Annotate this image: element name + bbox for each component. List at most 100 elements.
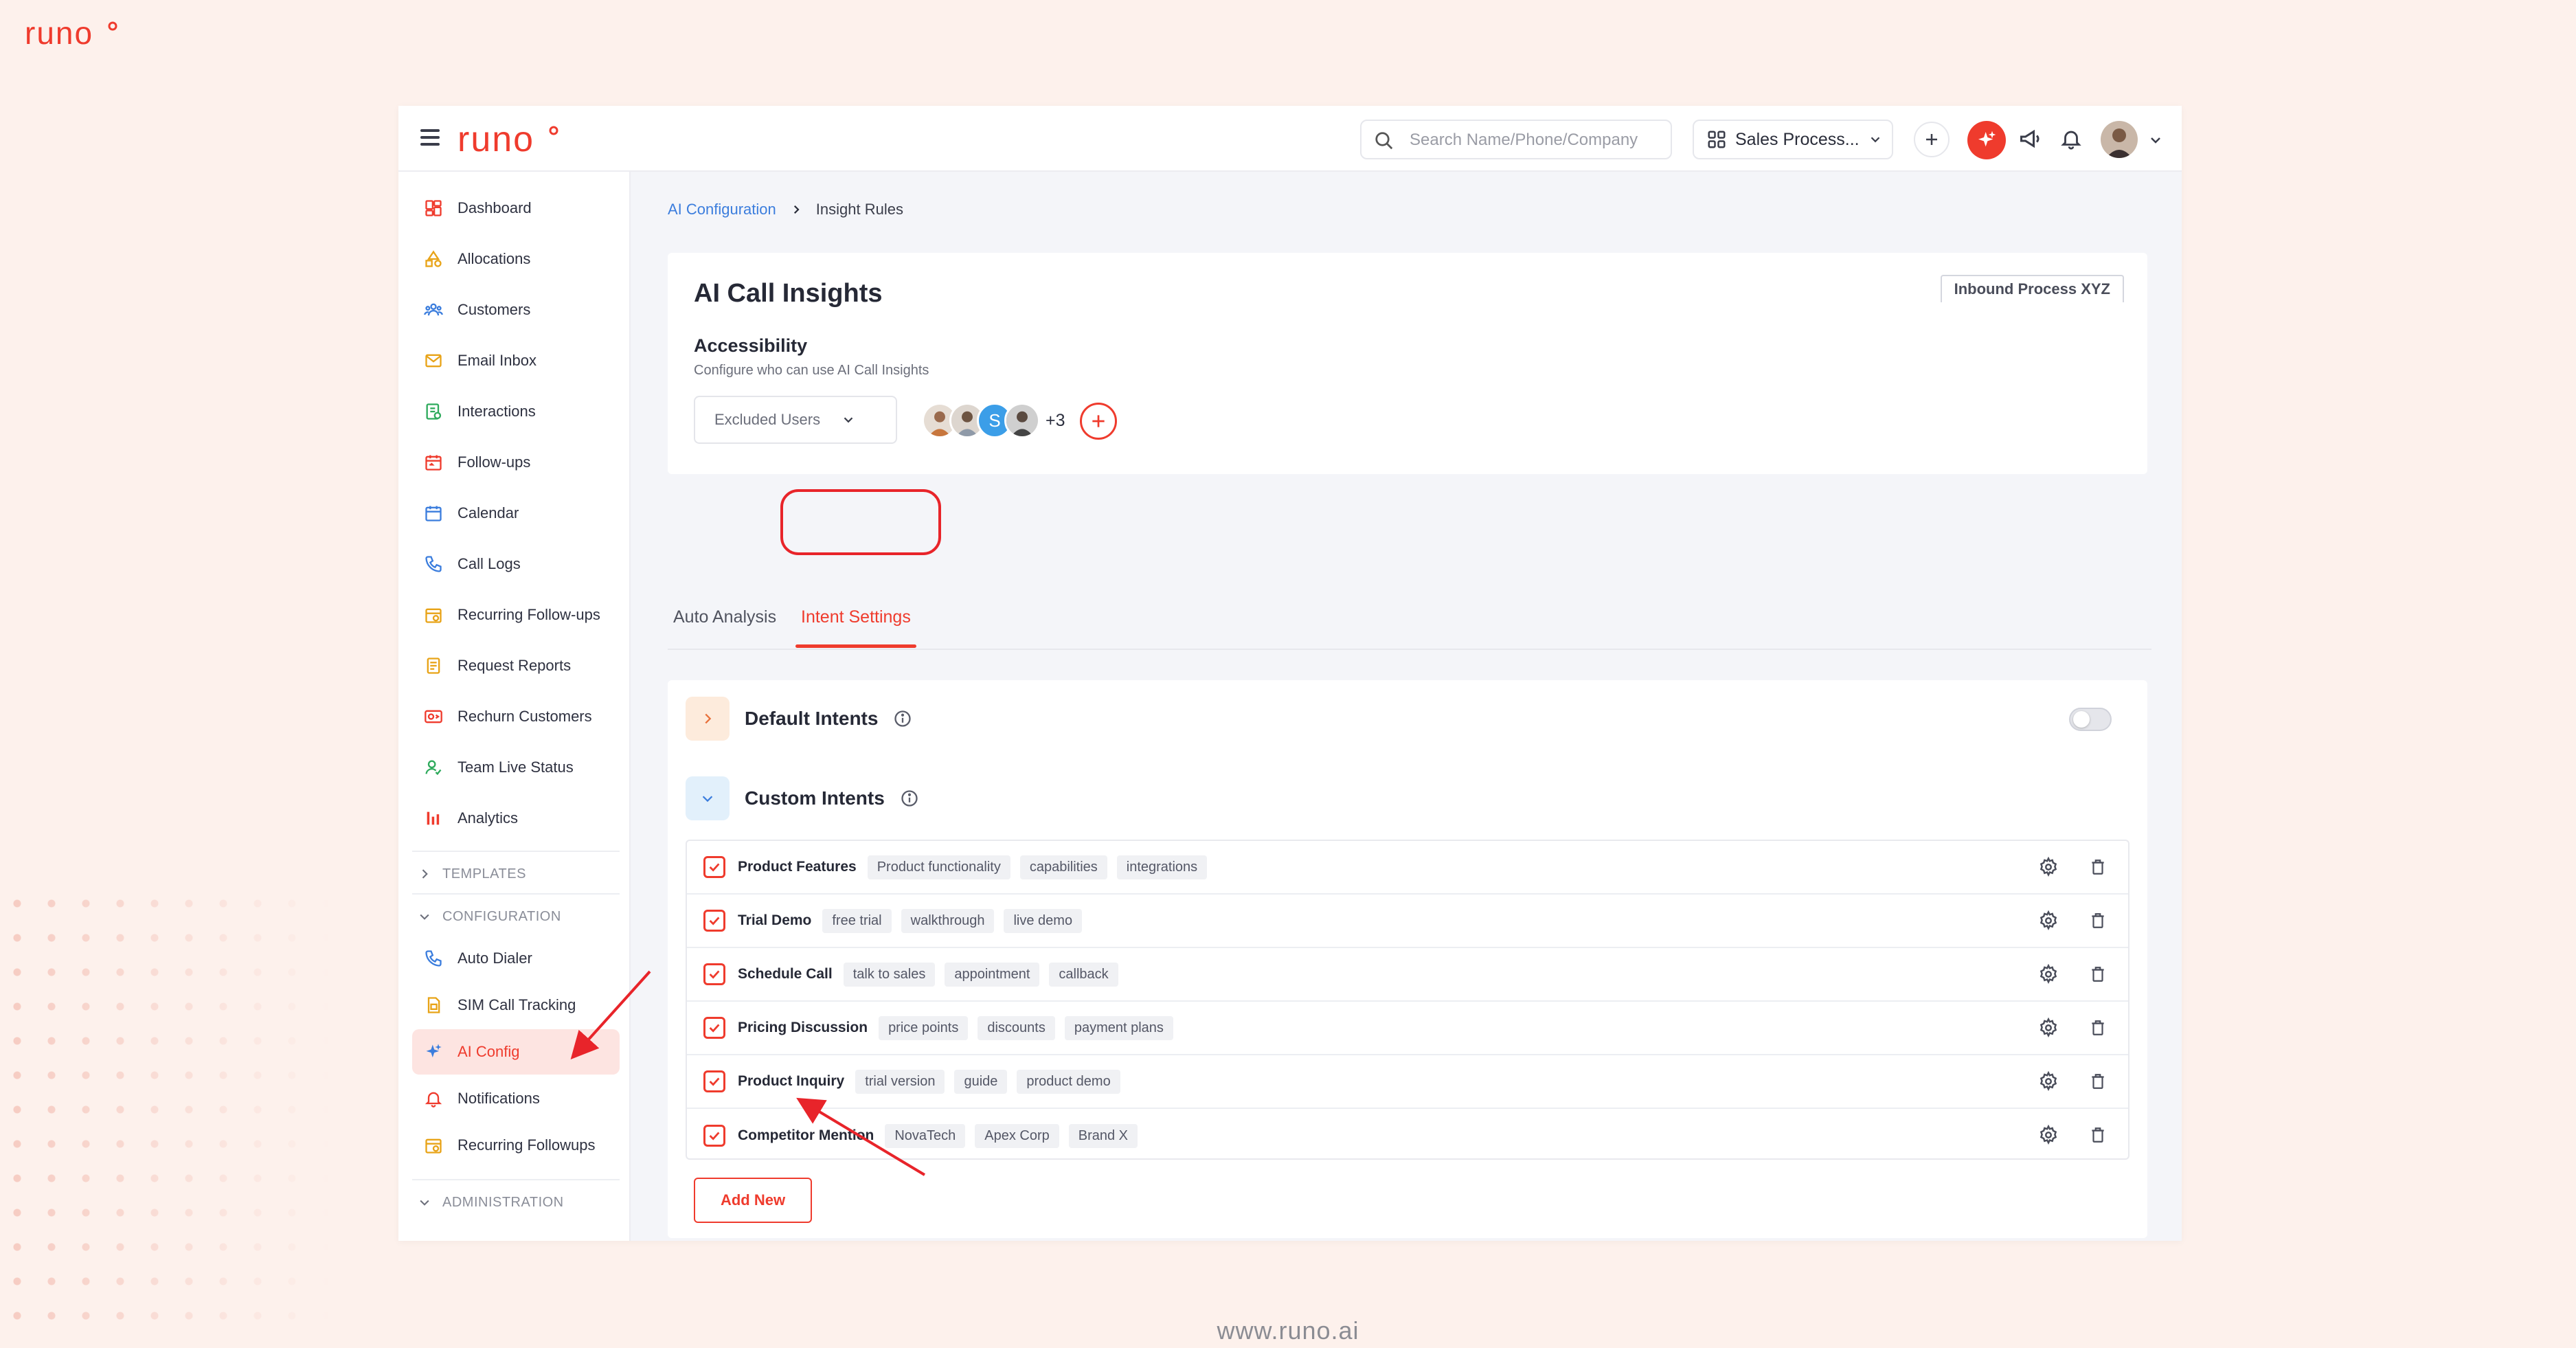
intent-row: Schedule Call talk to sales appointment … (687, 948, 2128, 1002)
expand-button[interactable] (686, 697, 730, 741)
intent-checkbox[interactable] (703, 1070, 725, 1092)
chevron-down-icon[interactable] (2147, 132, 2164, 148)
settings-gear-icon[interactable] (2037, 1017, 2059, 1039)
default-intents-header[interactable]: Default Intents (686, 697, 912, 741)
intent-row: Product Inquiry trial version guide prod… (687, 1055, 2128, 1109)
tab-auto-analysis[interactable]: Auto Analysis (673, 607, 776, 627)
chevron-down-icon (420, 914, 429, 920)
settings-gear-icon[interactable] (2037, 1124, 2059, 1146)
intent-name: Product Features (738, 859, 857, 875)
intent-checkbox[interactable] (703, 963, 725, 985)
breadcrumb-link-ai-configuration[interactable]: AI Configuration (668, 201, 776, 218)
active-tab-indicator (795, 644, 916, 648)
ai-assistant-button[interactable] (1967, 121, 2006, 159)
trash-icon[interactable] (2087, 856, 2109, 878)
section-label: TEMPLATES (442, 866, 526, 881)
sidebar: Dashboard Allocations Customers Email In… (398, 172, 631, 1241)
intent-name: Competitor Mention (738, 1127, 874, 1143)
sidebar-item-follow-ups[interactable]: Follow-ups (412, 440, 620, 485)
intent-name: Trial Demo (738, 912, 812, 928)
custom-intents-header[interactable]: Custom Intents (686, 776, 919, 820)
intent-row: Competitor Mention NovaTech Apex Corp Br… (687, 1109, 2128, 1162)
user-avatar[interactable] (2101, 121, 2138, 158)
info-icon[interactable] (893, 709, 912, 728)
sidebar-item-notifications[interactable]: Notifications (412, 1076, 620, 1121)
sidebar-item-customers[interactable]: Customers (412, 287, 620, 333)
sidebar-item-calendar[interactable]: Calendar (412, 491, 620, 536)
section-configuration[interactable]: CONFIGURATION (412, 897, 620, 936)
sidebar-item-sim-call-tracking[interactable]: SIM Call Tracking (412, 982, 620, 1028)
chevron-down-icon (1871, 137, 1879, 143)
tab-intent-settings[interactable]: Intent Settings (801, 607, 911, 627)
ai-sparkle-icon (423, 1042, 444, 1062)
intent-checkbox[interactable] (703, 910, 725, 932)
process-select[interactable]: Sales Process... (1693, 120, 1893, 159)
page-title: AI Call Insights (694, 279, 883, 308)
divider (412, 893, 620, 895)
settings-gear-icon[interactable] (2037, 910, 2059, 932)
sidebar-item-email-inbox[interactable]: Email Inbox (412, 338, 620, 383)
mail-icon (423, 350, 444, 371)
sidebar-item-call-logs[interactable]: Call Logs (412, 541, 620, 587)
trash-icon[interactable] (2087, 1070, 2109, 1092)
intent-checkbox[interactable] (703, 1125, 725, 1147)
keyword-tag: price points (879, 1015, 969, 1040)
sidebar-item-analytics[interactable]: Analytics (412, 796, 620, 841)
bell-icon[interactable] (2059, 126, 2083, 151)
search-input[interactable] (1410, 129, 1664, 151)
plus-icon (1092, 415, 1105, 427)
sim-icon (423, 995, 444, 1015)
customers-icon (423, 300, 444, 320)
search-icon (1375, 132, 1393, 150)
trash-icon[interactable] (2087, 1124, 2109, 1146)
intent-checkbox[interactable] (703, 1017, 725, 1039)
settings-gear-icon[interactable] (2037, 963, 2059, 985)
sidebar-item-ai-config[interactable]: AI Config (412, 1029, 620, 1075)
team-status-icon (423, 757, 444, 778)
add-button[interactable] (1914, 122, 1950, 157)
search-box[interactable] (1360, 120, 1672, 159)
runo-logo[interactable]: runo (457, 120, 561, 161)
settings-gear-icon[interactable] (2037, 1070, 2059, 1092)
avatar (1004, 403, 1040, 438)
sidebar-item-auto-dialer[interactable]: Auto Dialer (412, 936, 620, 981)
sidebar-item-label: Team Live Status (457, 759, 574, 776)
section-templates[interactable]: TEMPLATES (412, 855, 620, 893)
tab-bar: Auto Analysis Intent Settings (668, 587, 2151, 650)
keyword-tag: integrations (1116, 855, 1208, 879)
user-avatar-group[interactable]: S +3 (922, 403, 1065, 438)
grid-icon (1708, 131, 1726, 148)
trash-icon[interactable] (2087, 1017, 2109, 1039)
sidebar-item-allocations[interactable]: Allocations (412, 236, 620, 282)
menu-icon[interactable] (420, 129, 440, 146)
default-intents-toggle[interactable] (2069, 708, 2112, 731)
ai-call-insights-card: AI Call Insights Inbound Process XYZ Acc… (668, 253, 2147, 474)
footer-url: www.runo.ai (1217, 1316, 1359, 1345)
excluded-users-select[interactable]: Excluded Users (694, 396, 897, 444)
intent-checkbox[interactable] (703, 856, 725, 878)
keyword-tag: callback (1049, 962, 1118, 987)
intent-row: Product Features Product functionality c… (687, 841, 2128, 895)
sidebar-item-recurring-followups[interactable]: Recurring Followups (412, 1123, 620, 1168)
sidebar-item-rechurn-customers[interactable]: Rechurn Customers (412, 694, 620, 739)
analytics-icon (423, 808, 444, 829)
trash-icon[interactable] (2087, 910, 2109, 932)
sidebar-item-label: Recurring Follow-ups (457, 606, 600, 623)
collapse-button[interactable] (686, 776, 730, 820)
trash-icon[interactable] (2087, 963, 2109, 985)
keyword-tag: NovaTech (885, 1123, 966, 1148)
sidebar-item-label: Interactions (457, 403, 536, 420)
megaphone-icon[interactable] (2018, 126, 2043, 151)
sidebar-item-interactions[interactable]: Interactions (412, 389, 620, 434)
sidebar-item-request-reports[interactable]: Request Reports (412, 643, 620, 688)
sidebar-item-recurring-follow-ups[interactable]: Recurring Follow-ups (412, 592, 620, 638)
sidebar-item-dashboard[interactable]: Dashboard (412, 186, 620, 231)
info-icon[interactable] (900, 789, 919, 808)
add-user-button[interactable] (1080, 403, 1117, 440)
settings-gear-icon[interactable] (2037, 856, 2059, 878)
sidebar-item-team-live-status[interactable]: Team Live Status (412, 745, 620, 790)
add-new-button[interactable]: Add New (694, 1178, 812, 1223)
annotation-highlight-ring (780, 489, 941, 555)
section-administration[interactable]: ADMINISTRATION (412, 1183, 620, 1222)
section-label: ADMINISTRATION (442, 1194, 564, 1210)
